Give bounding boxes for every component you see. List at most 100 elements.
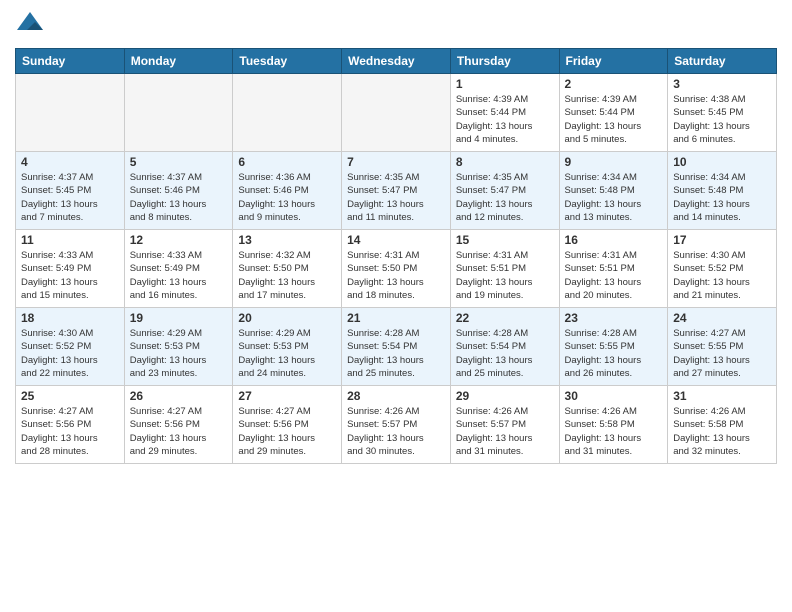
calendar-cell: 15 Sunrise: 4:31 AM Sunset: 5:51 PM Dayli… bbox=[450, 230, 559, 308]
day-info: Sunrise: 4:29 AM Sunset: 5:53 PM Dayligh… bbox=[238, 327, 336, 380]
day-number: 7 bbox=[347, 155, 445, 169]
calendar-cell bbox=[124, 74, 233, 152]
day-number: 1 bbox=[456, 77, 554, 91]
day-info: Sunrise: 4:27 AM Sunset: 5:55 PM Dayligh… bbox=[673, 327, 771, 380]
day-number: 13 bbox=[238, 233, 336, 247]
day-info: Sunrise: 4:37 AM Sunset: 5:46 PM Dayligh… bbox=[130, 171, 228, 224]
day-number: 18 bbox=[21, 311, 119, 325]
day-number: 26 bbox=[130, 389, 228, 403]
day-number: 14 bbox=[347, 233, 445, 247]
calendar-week-row: 25Sunrise: 4:27 AM Sunset: 5:56 PM Dayli… bbox=[16, 386, 777, 464]
day-info: Sunrise: 4:30 AM Sunset: 5:52 PM Dayligh… bbox=[673, 249, 771, 302]
calendar-cell: 13 Sunrise: 4:32 AM Sunset: 5:50 PM Dayli… bbox=[233, 230, 342, 308]
day-info: Sunrise: 4:39 AM Sunset: 5:44 PM Dayligh… bbox=[565, 93, 663, 146]
calendar-cell: 21 Sunrise: 4:28 AM Sunset: 5:54 PM Dayli… bbox=[342, 308, 451, 386]
calendar-cell: 26 Sunrise: 4:27 AM Sunset: 5:56 PM Dayli… bbox=[124, 386, 233, 464]
day-info: Sunrise: 4:34 AM Sunset: 5:48 PM Dayligh… bbox=[565, 171, 663, 224]
calendar: SundayMondayTuesdayWednesdayThursdayFrid… bbox=[15, 48, 777, 464]
day-info: Sunrise: 4:31 AM Sunset: 5:50 PM Dayligh… bbox=[347, 249, 445, 302]
calendar-cell: 20Sunrise: 4:29 AM Sunset: 5:53 PM Dayli… bbox=[233, 308, 342, 386]
day-info: Sunrise: 4:35 AM Sunset: 5:47 PM Dayligh… bbox=[347, 171, 445, 224]
day-info: Sunrise: 4:38 AM Sunset: 5:45 PM Dayligh… bbox=[673, 93, 771, 146]
day-info: Sunrise: 4:39 AM Sunset: 5:44 PM Dayligh… bbox=[456, 93, 554, 146]
day-info: Sunrise: 4:37 AM Sunset: 5:45 PM Dayligh… bbox=[21, 171, 119, 224]
calendar-cell bbox=[16, 74, 125, 152]
calendar-cell: 11 Sunrise: 4:33 AM Sunset: 5:49 PM Dayli… bbox=[16, 230, 125, 308]
day-info: Sunrise: 4:35 AM Sunset: 5:47 PM Dayligh… bbox=[456, 171, 554, 224]
day-number: 31 bbox=[673, 389, 771, 403]
calendar-cell: 5 Sunrise: 4:37 AM Sunset: 5:46 PM Daylig… bbox=[124, 152, 233, 230]
day-info: Sunrise: 4:27 AM Sunset: 5:56 PM Dayligh… bbox=[130, 405, 228, 458]
calendar-cell: 2 Sunrise: 4:39 AM Sunset: 5:44 PM Daylig… bbox=[559, 74, 668, 152]
calendar-week-row: 11 Sunrise: 4:33 AM Sunset: 5:49 PM Dayli… bbox=[16, 230, 777, 308]
day-number: 17 bbox=[673, 233, 771, 247]
day-info: Sunrise: 4:28 AM Sunset: 5:54 PM Dayligh… bbox=[347, 327, 445, 380]
calendar-cell: 27 Sunrise: 4:27 AM Sunset: 5:56 PM Dayli… bbox=[233, 386, 342, 464]
day-info: Sunrise: 4:31 AM Sunset: 5:51 PM Dayligh… bbox=[565, 249, 663, 302]
calendar-cell: 17 Sunrise: 4:30 AM Sunset: 5:52 PM Dayli… bbox=[668, 230, 777, 308]
calendar-cell: 3 Sunrise: 4:38 AM Sunset: 5:45 PM Daylig… bbox=[668, 74, 777, 152]
day-info: Sunrise: 4:28 AM Sunset: 5:55 PM Dayligh… bbox=[565, 327, 663, 380]
day-info: Sunrise: 4:26 AM Sunset: 5:57 PM Dayligh… bbox=[456, 405, 554, 458]
calendar-cell: 12 Sunrise: 4:33 AM Sunset: 5:49 PM Dayli… bbox=[124, 230, 233, 308]
page: SundayMondayTuesdayWednesdayThursdayFrid… bbox=[0, 0, 792, 612]
day-number: 9 bbox=[565, 155, 663, 169]
col-header-saturday: Saturday bbox=[668, 49, 777, 74]
calendar-cell: 6 Sunrise: 4:36 AM Sunset: 5:46 PM Daylig… bbox=[233, 152, 342, 230]
calendar-week-row: 4 Sunrise: 4:37 AM Sunset: 5:45 PM Daylig… bbox=[16, 152, 777, 230]
logo-icon bbox=[15, 10, 45, 40]
day-number: 23 bbox=[565, 311, 663, 325]
day-number: 12 bbox=[130, 233, 228, 247]
day-number: 27 bbox=[238, 389, 336, 403]
day-info: Sunrise: 4:27 AM Sunset: 5:56 PM Dayligh… bbox=[238, 405, 336, 458]
day-number: 5 bbox=[130, 155, 228, 169]
calendar-cell: 7 Sunrise: 4:35 AM Sunset: 5:47 PM Daylig… bbox=[342, 152, 451, 230]
col-header-friday: Friday bbox=[559, 49, 668, 74]
day-info: Sunrise: 4:26 AM Sunset: 5:58 PM Dayligh… bbox=[673, 405, 771, 458]
day-number: 6 bbox=[238, 155, 336, 169]
day-info: Sunrise: 4:26 AM Sunset: 5:57 PM Dayligh… bbox=[347, 405, 445, 458]
day-number: 22 bbox=[456, 311, 554, 325]
calendar-cell: 22 Sunrise: 4:28 AM Sunset: 5:54 PM Dayli… bbox=[450, 308, 559, 386]
calendar-cell: 23 Sunrise: 4:28 AM Sunset: 5:55 PM Dayli… bbox=[559, 308, 668, 386]
day-info: Sunrise: 4:26 AM Sunset: 5:58 PM Dayligh… bbox=[565, 405, 663, 458]
calendar-cell: 24 Sunrise: 4:27 AM Sunset: 5:55 PM Dayli… bbox=[668, 308, 777, 386]
calendar-week-row: 1 Sunrise: 4:39 AM Sunset: 5:44 PM Daylig… bbox=[16, 74, 777, 152]
day-number: 30 bbox=[565, 389, 663, 403]
day-number: 15 bbox=[456, 233, 554, 247]
calendar-cell: 31 Sunrise: 4:26 AM Sunset: 5:58 PM Dayli… bbox=[668, 386, 777, 464]
day-number: 21 bbox=[347, 311, 445, 325]
col-header-wednesday: Wednesday bbox=[342, 49, 451, 74]
day-info: Sunrise: 4:36 AM Sunset: 5:46 PM Dayligh… bbox=[238, 171, 336, 224]
day-number: 8 bbox=[456, 155, 554, 169]
calendar-cell: 19Sunrise: 4:29 AM Sunset: 5:53 PM Dayli… bbox=[124, 308, 233, 386]
day-number: 4 bbox=[21, 155, 119, 169]
calendar-cell: 18Sunrise: 4:30 AM Sunset: 5:52 PM Dayli… bbox=[16, 308, 125, 386]
calendar-cell: 25Sunrise: 4:27 AM Sunset: 5:56 PM Dayli… bbox=[16, 386, 125, 464]
logo bbox=[15, 10, 49, 40]
calendar-cell: 14 Sunrise: 4:31 AM Sunset: 5:50 PM Dayli… bbox=[342, 230, 451, 308]
calendar-week-row: 18Sunrise: 4:30 AM Sunset: 5:52 PM Dayli… bbox=[16, 308, 777, 386]
calendar-cell bbox=[233, 74, 342, 152]
calendar-header-row: SundayMondayTuesdayWednesdayThursdayFrid… bbox=[16, 49, 777, 74]
day-number: 11 bbox=[21, 233, 119, 247]
day-info: Sunrise: 4:31 AM Sunset: 5:51 PM Dayligh… bbox=[456, 249, 554, 302]
day-info: Sunrise: 4:28 AM Sunset: 5:54 PM Dayligh… bbox=[456, 327, 554, 380]
col-header-sunday: Sunday bbox=[16, 49, 125, 74]
day-info: Sunrise: 4:33 AM Sunset: 5:49 PM Dayligh… bbox=[21, 249, 119, 302]
calendar-cell: 10Sunrise: 4:34 AM Sunset: 5:48 PM Dayli… bbox=[668, 152, 777, 230]
day-info: Sunrise: 4:32 AM Sunset: 5:50 PM Dayligh… bbox=[238, 249, 336, 302]
calendar-cell: 9 Sunrise: 4:34 AM Sunset: 5:48 PM Daylig… bbox=[559, 152, 668, 230]
day-number: 3 bbox=[673, 77, 771, 91]
day-number: 19 bbox=[130, 311, 228, 325]
day-number: 2 bbox=[565, 77, 663, 91]
calendar-cell: 28 Sunrise: 4:26 AM Sunset: 5:57 PM Dayli… bbox=[342, 386, 451, 464]
calendar-cell: 1 Sunrise: 4:39 AM Sunset: 5:44 PM Daylig… bbox=[450, 74, 559, 152]
header bbox=[15, 10, 777, 40]
col-header-tuesday: Tuesday bbox=[233, 49, 342, 74]
calendar-cell: 8 Sunrise: 4:35 AM Sunset: 5:47 PM Daylig… bbox=[450, 152, 559, 230]
day-number: 24 bbox=[673, 311, 771, 325]
day-number: 28 bbox=[347, 389, 445, 403]
day-number: 10 bbox=[673, 155, 771, 169]
day-info: Sunrise: 4:33 AM Sunset: 5:49 PM Dayligh… bbox=[130, 249, 228, 302]
